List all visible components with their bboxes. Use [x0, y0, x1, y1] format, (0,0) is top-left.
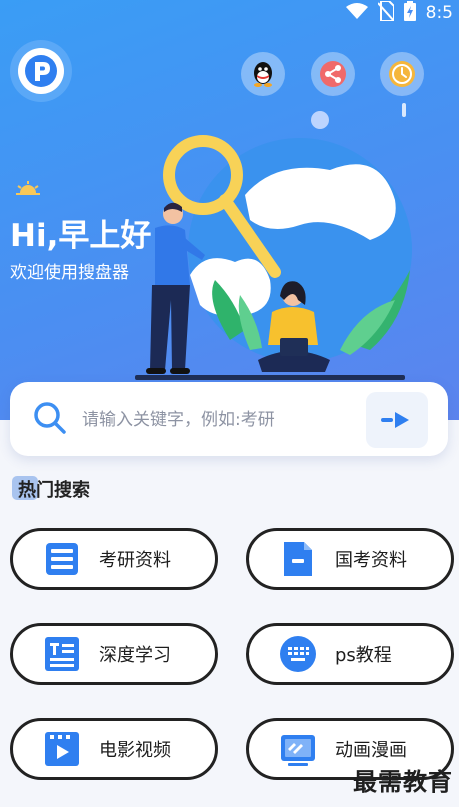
app-logo	[10, 40, 72, 102]
category-kaoyan-button[interactable]: 考研资料	[10, 528, 218, 590]
share-icon	[320, 61, 346, 87]
search-input[interactable]	[80, 404, 364, 436]
search-bar	[10, 382, 448, 456]
category-label: 国考资料	[335, 550, 407, 571]
play-arrow-icon	[381, 412, 409, 428]
category-label: 电影视频	[99, 740, 171, 761]
keyboard-icon	[279, 635, 317, 673]
wifi-icon	[345, 2, 368, 24]
greeting-subtitle: 欢迎使用搜盘器	[10, 263, 129, 283]
qq-share-button[interactable]	[241, 52, 285, 96]
document-icon	[279, 540, 317, 578]
watermark-text: 最需教育	[353, 767, 453, 796]
hero-banner: 8:5 Hi,早上好 欢迎使用搜盘器	[0, 0, 459, 420]
category-deeplearning-button[interactable]: 深度学习	[10, 623, 218, 685]
hot-search-heading: 热门搜索	[10, 474, 90, 504]
history-button[interactable]	[380, 52, 424, 96]
category-movie-button[interactable]: 电影视频	[10, 718, 218, 780]
search-icon	[32, 400, 68, 440]
category-guokao-button[interactable]: 国考资料	[246, 528, 454, 590]
database-icon	[43, 540, 81, 578]
sunrise-icon	[16, 180, 40, 199]
search-submit-button[interactable]	[366, 392, 428, 448]
status-time: 8:5	[425, 3, 453, 23]
tablet-icon	[279, 730, 317, 768]
hot-search-title: 热门搜索	[18, 480, 90, 501]
category-label: ps教程	[335, 645, 392, 666]
share-button[interactable]	[311, 52, 355, 96]
battery-icon	[403, 0, 416, 26]
category-label: 考研资料	[99, 550, 171, 571]
greeting-title: Hi,早上好	[10, 218, 152, 254]
clock-icon	[389, 61, 415, 87]
no-sim-icon	[376, 0, 395, 26]
qq-icon	[254, 62, 272, 87]
category-label: 深度学习	[99, 645, 171, 666]
status-bar: 8:5	[345, 0, 459, 26]
text-icon	[43, 635, 81, 673]
video-icon	[43, 730, 81, 768]
p-logo-icon	[25, 55, 57, 87]
category-ps-button[interactable]: ps教程	[246, 623, 454, 685]
category-label: 动画漫画	[335, 740, 407, 761]
